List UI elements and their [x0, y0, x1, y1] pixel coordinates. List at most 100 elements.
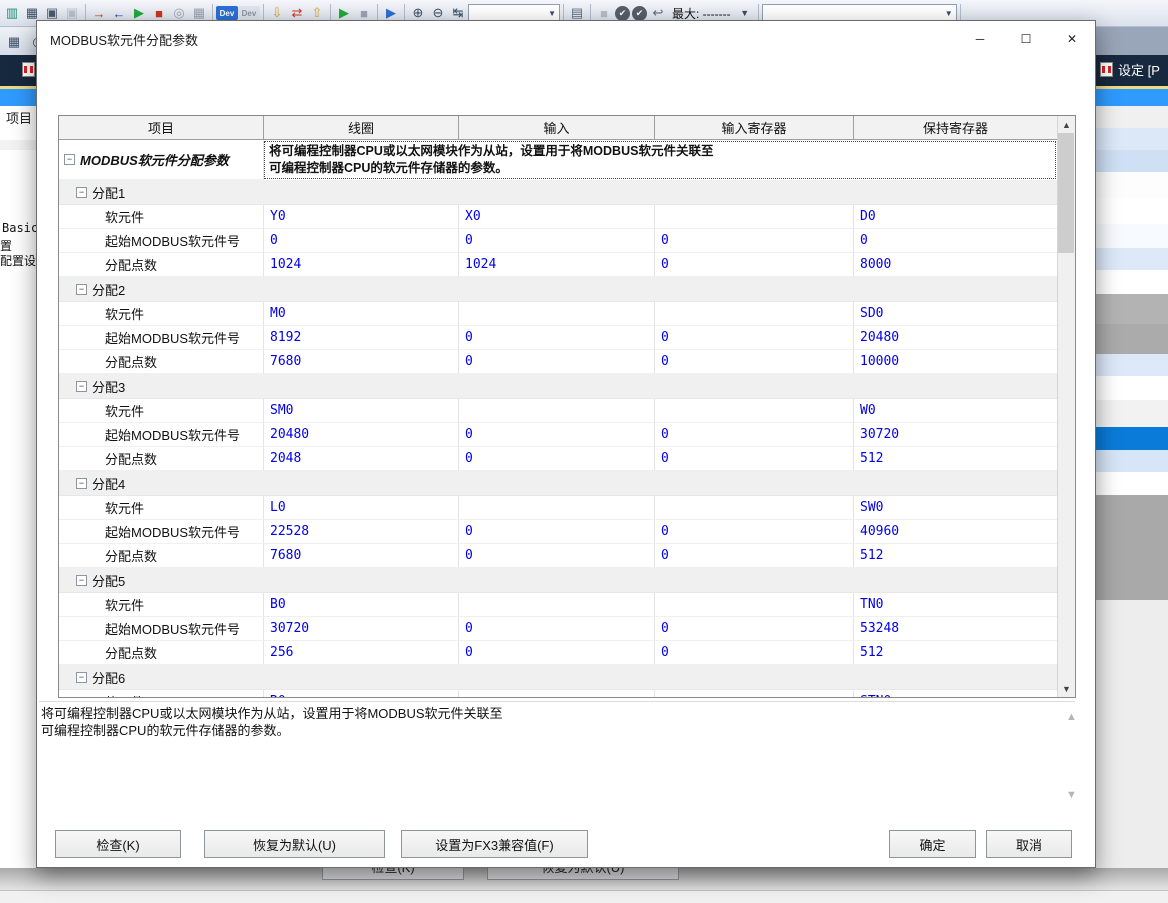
description-scroll-down-icon[interactable]: ▼: [1066, 789, 1077, 801]
tree-group-row[interactable]: −分配1: [59, 180, 1058, 205]
check-program-icon[interactable]: ✔: [632, 6, 647, 21]
value-cell[interactable]: 0: [459, 617, 655, 641]
value-cell[interactable]: 7680: [264, 350, 459, 374]
value-cell[interactable]: 30720: [264, 617, 459, 641]
tree-collapse-icon[interactable]: −: [76, 187, 87, 198]
chevron-down-icon[interactable]: ▼: [942, 9, 956, 18]
value-cell[interactable]: 0: [459, 229, 655, 253]
value-cell[interactable]: 53248: [854, 617, 1058, 641]
tab-setting-document[interactable]: 设定 [P: [1100, 60, 1160, 79]
tree-group-row[interactable]: −分配2: [59, 277, 1058, 302]
scroll-down-icon[interactable]: ▼: [1058, 680, 1075, 697]
value-cell[interactable]: 0: [459, 326, 655, 350]
dialog-title-bar[interactable]: MODBUS软元件分配参数 ─ ☐ ✕: [37, 21, 1095, 57]
value-cell[interactable]: W0: [854, 399, 1058, 423]
tree-collapse-icon[interactable]: −: [76, 284, 87, 295]
tree-group-row[interactable]: −分配5: [59, 568, 1058, 593]
value-cell[interactable]: 0: [854, 229, 1058, 253]
value-cell[interactable]: 0: [655, 229, 854, 253]
value-cell[interactable]: 20480: [854, 326, 1058, 350]
device-display-on-icon[interactable]: Dev: [216, 6, 238, 20]
value-cell[interactable]: [459, 399, 655, 423]
value-cell[interactable]: STN0: [854, 690, 1058, 697]
value-cell[interactable]: [459, 302, 655, 326]
maximize-icon[interactable]: ☐: [1003, 21, 1049, 57]
value-cell[interactable]: 7680: [264, 544, 459, 568]
value-cell[interactable]: Y0: [264, 205, 459, 229]
value-cell[interactable]: SM0: [264, 399, 459, 423]
value-cell[interactable]: 0: [459, 544, 655, 568]
value-cell[interactable]: 0: [655, 326, 854, 350]
value-cell[interactable]: 0: [655, 520, 854, 544]
value-cell[interactable]: 0: [655, 617, 854, 641]
tree-group-row[interactable]: −分配6: [59, 665, 1058, 690]
bookmark-icon[interactable]: ▦: [4, 32, 24, 52]
restore-default-button[interactable]: 恢复为默认(U): [204, 830, 385, 858]
chevron-down-icon[interactable]: ▼: [545, 9, 559, 18]
fx3-compatible-button[interactable]: 设置为FX3兼容值(F): [401, 830, 588, 858]
value-cell[interactable]: 0: [459, 350, 655, 374]
device-display-off-icon[interactable]: Dev: [238, 6, 260, 20]
value-cell[interactable]: 0: [655, 641, 854, 665]
value-cell[interactable]: L0: [264, 496, 459, 520]
value-cell[interactable]: 512: [854, 641, 1058, 665]
value-cell[interactable]: [459, 690, 655, 697]
tree-group-row[interactable]: −分配3: [59, 374, 1058, 399]
tree-collapse-icon[interactable]: −: [76, 381, 87, 392]
value-cell[interactable]: 0: [655, 350, 854, 374]
close-icon[interactable]: ✕: [1049, 21, 1095, 57]
value-cell[interactable]: 0: [459, 447, 655, 471]
value-cell[interactable]: [655, 593, 854, 617]
value-cell[interactable]: [655, 496, 854, 520]
value-cell[interactable]: [655, 205, 854, 229]
value-cell[interactable]: 256: [264, 641, 459, 665]
value-cell[interactable]: 10000: [854, 350, 1058, 374]
value-cell[interactable]: 20480: [264, 423, 459, 447]
value-cell[interactable]: 0: [655, 253, 854, 277]
value-cell[interactable]: 2048: [264, 447, 459, 471]
value-cell[interactable]: 512: [854, 544, 1058, 568]
window-split-icon[interactable]: ▥: [2, 3, 22, 23]
value-cell[interactable]: 0: [459, 423, 655, 447]
value-cell[interactable]: [655, 690, 854, 697]
value-cell[interactable]: 1024: [459, 253, 655, 277]
cancel-button[interactable]: 取消: [986, 830, 1072, 858]
value-cell[interactable]: D0: [854, 205, 1058, 229]
value-cell[interactable]: 0: [655, 447, 854, 471]
value-cell[interactable]: 8192: [264, 326, 459, 350]
value-cell[interactable]: [459, 593, 655, 617]
value-cell[interactable]: TN0: [854, 593, 1058, 617]
check-button[interactable]: 检查(K): [55, 830, 181, 858]
value-cell[interactable]: [655, 302, 854, 326]
value-cell[interactable]: 22528: [264, 520, 459, 544]
minimize-icon[interactable]: ─: [957, 21, 1003, 57]
value-cell[interactable]: 0: [655, 544, 854, 568]
value-cell[interactable]: 0: [655, 423, 854, 447]
value-cell[interactable]: [655, 399, 854, 423]
tree-root-cell[interactable]: −MODBUS软元件分配参数: [59, 140, 264, 180]
check-parameter-icon[interactable]: ✔: [615, 6, 630, 21]
value-cell[interactable]: 0: [459, 520, 655, 544]
value-cell[interactable]: 40960: [854, 520, 1058, 544]
value-cell[interactable]: B0: [264, 593, 459, 617]
ok-button[interactable]: 确定: [889, 830, 976, 858]
value-cell[interactable]: [459, 496, 655, 520]
value-cell[interactable]: 8000: [854, 253, 1058, 277]
value-cell[interactable]: 512: [854, 447, 1058, 471]
tree-collapse-icon[interactable]: −: [64, 154, 75, 165]
tree-group-row[interactable]: −分配4: [59, 471, 1058, 496]
table-vertical-scrollbar[interactable]: ▲ ▼: [1057, 116, 1075, 697]
value-cell[interactable]: 30720: [854, 423, 1058, 447]
description-scroll-up-icon[interactable]: ▲: [1066, 711, 1077, 723]
value-cell[interactable]: 0: [264, 229, 459, 253]
value-cell[interactable]: R0: [264, 690, 459, 697]
value-cell[interactable]: M0: [264, 302, 459, 326]
value-cell[interactable]: X0: [459, 205, 655, 229]
tree-collapse-icon[interactable]: −: [76, 575, 87, 586]
tree-collapse-icon[interactable]: −: [76, 478, 87, 489]
value-cell[interactable]: SD0: [854, 302, 1058, 326]
value-cell[interactable]: 1024: [264, 253, 459, 277]
scroll-up-icon[interactable]: ▲: [1058, 116, 1075, 133]
value-cell[interactable]: SW0: [854, 496, 1058, 520]
scrollbar-thumb[interactable]: [1058, 133, 1074, 253]
